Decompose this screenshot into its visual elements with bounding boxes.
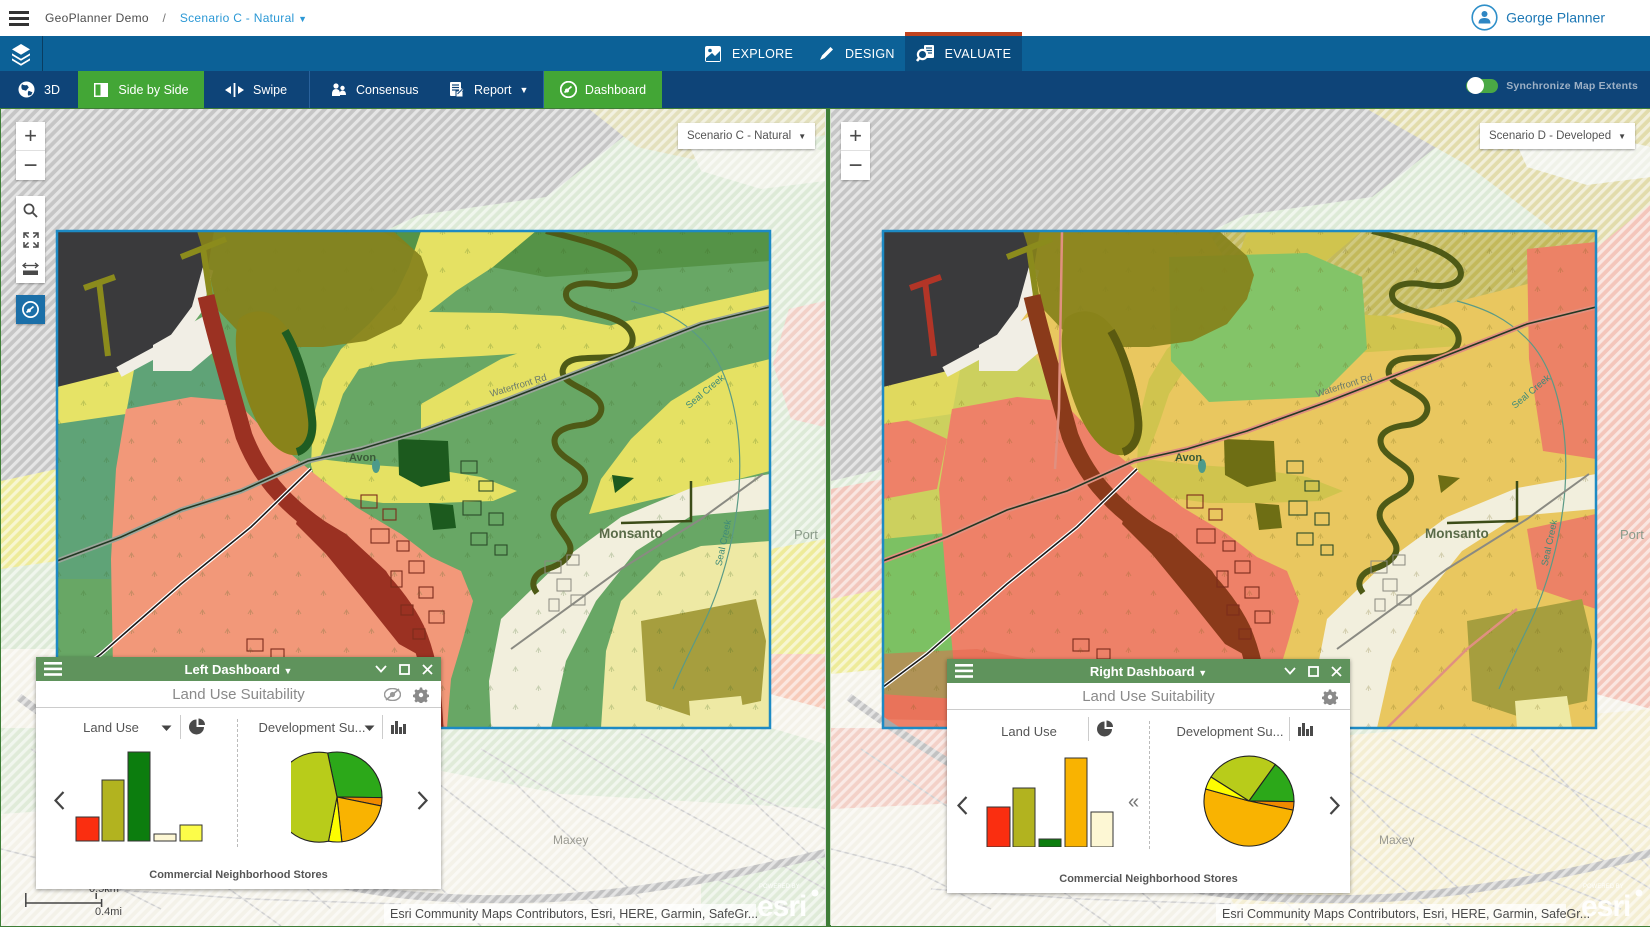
svg-text:esri: esri bbox=[1581, 890, 1630, 923]
svg-text:Port: Port bbox=[1620, 527, 1644, 542]
svg-text:Esri Community Maps Contributo: Esri Community Maps Contributors, Esri, … bbox=[1222, 907, 1590, 921]
svg-text:Esri Community Maps Contributo: Esri Community Maps Contributors, Esri, … bbox=[390, 907, 758, 921]
svg-text:Avon: Avon bbox=[349, 452, 376, 464]
svg-text:0.4mi: 0.4mi bbox=[95, 906, 122, 918]
svg-text:Maxey: Maxey bbox=[1379, 833, 1414, 847]
svg-text:Port: Port bbox=[794, 527, 818, 542]
svg-text:esri: esri bbox=[757, 890, 806, 923]
svg-text:Monsanto: Monsanto bbox=[1425, 526, 1489, 541]
svg-text:Maxey: Maxey bbox=[553, 833, 588, 847]
svg-text:Avon: Avon bbox=[1175, 452, 1202, 464]
svg-text:Monsanto: Monsanto bbox=[599, 526, 663, 541]
